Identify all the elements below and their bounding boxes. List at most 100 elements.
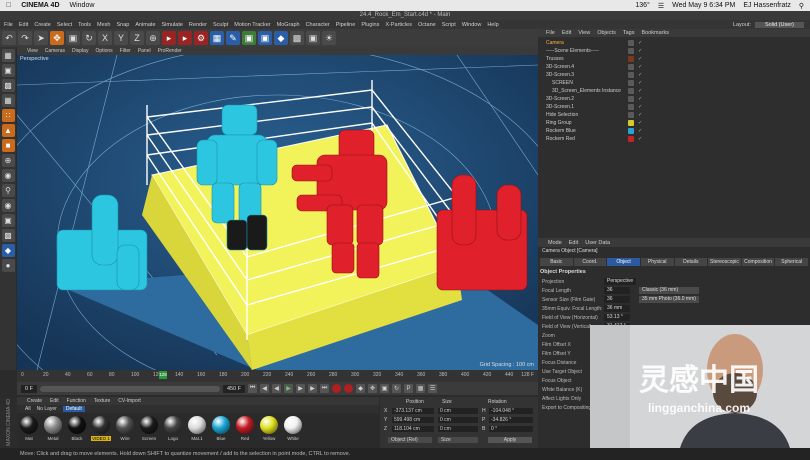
material-menu-create[interactable]: Create bbox=[27, 398, 42, 404]
window-menu[interactable]: Window bbox=[70, 2, 95, 9]
viewport-menu-view[interactable]: View bbox=[27, 48, 38, 54]
object-menu-edit[interactable]: Edit bbox=[562, 30, 571, 36]
solo-icon[interactable]: ◉ bbox=[1, 199, 15, 212]
material-swatch[interactable]: Logo bbox=[163, 416, 183, 446]
material-swatch[interactable]: Metal bbox=[43, 416, 63, 446]
start-frame-field[interactable]: 0 F bbox=[21, 384, 37, 393]
coord-position-field[interactable]: 118.104 cm bbox=[392, 426, 434, 432]
visibility-check-icon[interactable]: ✓ bbox=[638, 87, 642, 95]
attribute-value-field[interactable]: 36 bbox=[604, 296, 630, 303]
object-row[interactable]: 3D-Screen.1 ✓ bbox=[538, 103, 810, 111]
axis-y-icon[interactable]: Y bbox=[114, 31, 128, 45]
layout-dropdown[interactable]: Solid (User) bbox=[754, 21, 804, 28]
viewport[interactable]: Perspective Grid Spacing : 100 cm bbox=[17, 55, 538, 370]
viewport-menu-prorender[interactable]: ProRender bbox=[158, 48, 182, 54]
menu-pipeline[interactable]: Pipeline bbox=[336, 22, 356, 28]
attr-tab-object[interactable]: Object bbox=[607, 258, 640, 266]
pen-spline-icon[interactable]: ✎ bbox=[226, 31, 240, 45]
coord-mode-dropdown[interactable]: Object (Rel) bbox=[388, 437, 432, 443]
menu-mograph[interactable]: MoGraph bbox=[277, 22, 300, 28]
menu-x-particles[interactable]: X-Particles bbox=[385, 22, 412, 28]
viewport-menu-options[interactable]: Options bbox=[95, 48, 112, 54]
attribute-value-field[interactable]: 36 bbox=[604, 287, 630, 294]
coordinate-system-icon[interactable]: ⊕ bbox=[146, 31, 160, 45]
attr-tab-physical[interactable]: Physical bbox=[640, 258, 674, 266]
attribute-value-field[interactable]: 53.13 ° bbox=[604, 314, 630, 321]
material-swatch[interactable]: White bbox=[283, 416, 303, 446]
array-icon[interactable]: ▣ bbox=[258, 31, 272, 45]
visibility-check-icon[interactable]: ✓ bbox=[638, 127, 642, 135]
menu-motion-tracker[interactable]: Motion Tracker bbox=[234, 22, 270, 28]
visibility-check-icon[interactable]: ✓ bbox=[638, 111, 642, 119]
go-to-end-icon[interactable]: ⏭ bbox=[320, 384, 330, 393]
object-row[interactable]: SCREEN ✓ bbox=[538, 79, 810, 87]
object-row[interactable]: Ring Group ✓ bbox=[538, 119, 810, 127]
object-row[interactable]: Camera ✓ bbox=[538, 39, 810, 47]
object-row[interactable]: Trusses ✓ bbox=[538, 55, 810, 63]
object-row[interactable]: Hide Selection ✓ bbox=[538, 111, 810, 119]
playhead[interactable]: 128 bbox=[159, 371, 167, 379]
visibility-check-icon[interactable]: ✓ bbox=[638, 55, 642, 63]
menu-select[interactable]: Select bbox=[57, 22, 72, 28]
material-swatch[interactable]: Mat bbox=[19, 416, 39, 446]
menu-tools[interactable]: Tools bbox=[78, 22, 91, 28]
object-menu-bookmarks[interactable]: Bookmarks bbox=[641, 30, 669, 36]
tweak-mode-icon[interactable]: ◉ bbox=[1, 169, 15, 182]
object-menu-objects[interactable]: Objects bbox=[597, 30, 616, 36]
record-position-icon[interactable]: ✥ bbox=[368, 384, 378, 393]
visibility-check-icon[interactable]: ✓ bbox=[638, 95, 642, 103]
visibility-check-icon[interactable]: ✓ bbox=[638, 135, 642, 143]
coord-size-field[interactable]: 0 cm bbox=[438, 417, 478, 423]
snap-icon[interactable]: ⚲ bbox=[1, 184, 15, 197]
points-mode-icon[interactable]: ∷ bbox=[1, 109, 15, 122]
render-settings-icon[interactable]: ⚙ bbox=[194, 31, 208, 45]
menu-animate[interactable]: Animate bbox=[135, 22, 155, 28]
menu-edit[interactable]: Edit bbox=[19, 22, 28, 28]
plugin-icon[interactable]: ◆ bbox=[1, 244, 15, 257]
attr-menu-edit[interactable]: Edit bbox=[569, 240, 578, 246]
material-menu-texture[interactable]: Texture bbox=[94, 398, 110, 404]
material-tab-default[interactable]: Default bbox=[62, 406, 85, 412]
lock-workplane-icon[interactable]: ▣ bbox=[1, 214, 15, 227]
object-menu-file[interactable]: File bbox=[546, 30, 555, 36]
attr-menu-mode[interactable]: Mode bbox=[548, 240, 562, 246]
visibility-check-icon[interactable]: ✓ bbox=[638, 79, 642, 87]
visibility-check-icon[interactable]: ✓ bbox=[638, 71, 642, 79]
menu-simulate[interactable]: Simulate bbox=[162, 22, 183, 28]
axis-mode-icon[interactable]: ⊕ bbox=[1, 154, 15, 167]
timeline-settings-icon[interactable]: ☰ bbox=[428, 384, 438, 393]
apply-button[interactable]: Apply bbox=[488, 437, 532, 443]
go-to-start-icon[interactable]: ⏮ bbox=[248, 384, 258, 393]
render-view-icon[interactable]: ▸ bbox=[162, 31, 176, 45]
menu-render[interactable]: Render bbox=[189, 22, 207, 28]
menu-help[interactable]: Help bbox=[487, 22, 498, 28]
rotate-tool-icon[interactable]: ↻ bbox=[82, 31, 96, 45]
menu-file[interactable]: File bbox=[4, 22, 13, 28]
material-swatch[interactable]: Wire bbox=[115, 416, 135, 446]
visibility-check-icon[interactable]: ✓ bbox=[638, 39, 642, 47]
viewport-menu-filter[interactable]: Filter bbox=[120, 48, 131, 54]
preview-range-slider[interactable] bbox=[39, 385, 220, 392]
play-icon[interactable]: ▶ bbox=[284, 384, 294, 393]
coord-position-field[interactable]: -373.137 cm bbox=[392, 408, 434, 414]
scale-tool-icon[interactable]: ▣ bbox=[66, 31, 80, 45]
sculpt-icon[interactable]: ● bbox=[1, 259, 15, 272]
menu-plugins[interactable]: Plugins bbox=[361, 22, 379, 28]
record-parameter-icon[interactable]: P bbox=[404, 384, 414, 393]
material-swatch[interactable]: Mat.1 bbox=[187, 416, 207, 446]
attr-tab-details[interactable]: Details bbox=[674, 258, 708, 266]
wifi-icon[interactable]: ☰ bbox=[658, 2, 664, 10]
previous-frame-icon[interactable]: ◀ bbox=[272, 384, 282, 393]
material-swatch[interactable]: Screen bbox=[139, 416, 159, 446]
coord-rotation-field[interactable]: -104.048 ° bbox=[489, 408, 533, 414]
menu-octane[interactable]: Octane bbox=[418, 22, 436, 28]
visibility-check-icon[interactable]: ✓ bbox=[638, 47, 642, 55]
attr-tab-composition[interactable]: Composition bbox=[741, 258, 775, 266]
user-name[interactable]: EJ Hassenfratz bbox=[743, 2, 790, 10]
menu-mesh[interactable]: Mesh bbox=[97, 22, 110, 28]
render-picture-viewer-icon[interactable]: ▸ bbox=[178, 31, 192, 45]
clock[interactable]: Wed May 9 6:34 PM bbox=[672, 2, 735, 10]
axis-z-icon[interactable]: Z bbox=[130, 31, 144, 45]
material-menu-function[interactable]: Function bbox=[67, 398, 86, 404]
keyframe-selection-icon[interactable]: ◆ bbox=[356, 384, 366, 393]
